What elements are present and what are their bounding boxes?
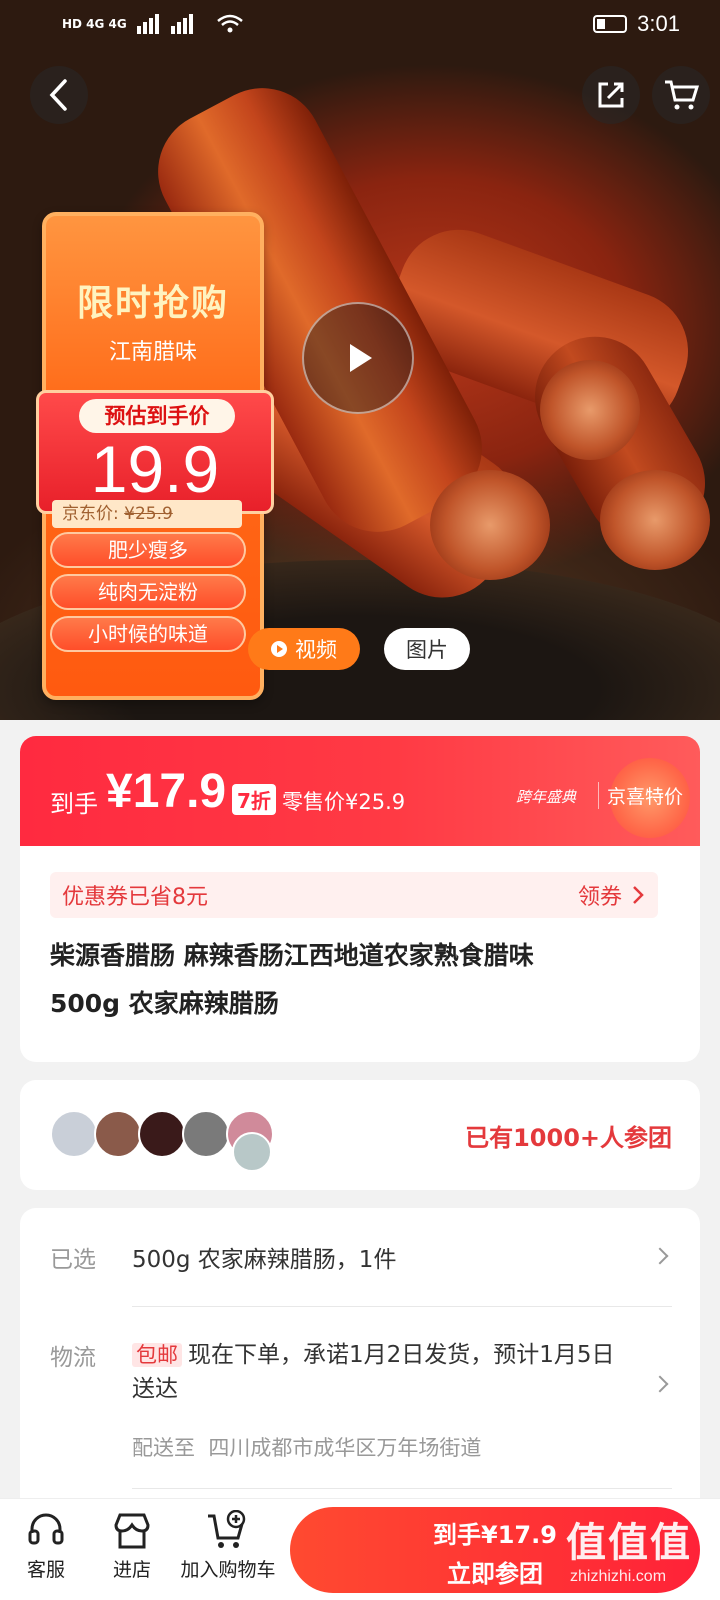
sausage-slice [540, 360, 640, 460]
battery-icon [593, 15, 628, 33]
customer-service-label: 客服 [26, 1559, 65, 1581]
add-to-cart-label: 加入购物车 [180, 1559, 276, 1581]
ship-to: 配送至 四川成都市成华区万年场街道 [132, 1432, 481, 1462]
divider [132, 1488, 672, 1489]
options-card: 已选 500g 农家麻辣腊肠，1件 物流 包邮 现在下单，承诺1月2日发货，预计1… [20, 1208, 700, 1508]
estimated-price-panel: 预估到手价 19.9 [36, 390, 274, 514]
sausage-slice [430, 470, 550, 580]
estimated-price-label: 预估到手价 [79, 399, 235, 433]
discount-badge: 7折 [232, 784, 276, 815]
play-small-icon [271, 641, 287, 657]
store-icon [110, 1507, 154, 1555]
video-tab[interactable]: 视频 [248, 628, 360, 670]
ship-to-address: 四川成都市成华区万年场街道 [208, 1436, 482, 1460]
retail-price: 零售价¥25.9 [282, 790, 406, 814]
watermark-url: zhizhizhi.com [570, 1568, 667, 1585]
coupon-bar[interactable]: 优惠券已省8元 领券 [50, 872, 658, 918]
jd-price-label: 京东价: [62, 504, 119, 524]
watermark: 值值值 [566, 1520, 692, 1566]
special-price-label: 京喜特价 [598, 782, 683, 809]
chevron-right-icon [651, 1375, 669, 1393]
store-button[interactable]: 进店 [110, 1507, 154, 1582]
headset-icon [24, 1507, 68, 1555]
image-tab[interactable]: 图片 [384, 628, 470, 670]
back-button[interactable] [30, 66, 88, 124]
add-to-cart-button[interactable]: 加入购物车 [178, 1507, 278, 1582]
final-price: ¥17.9 [106, 765, 227, 818]
share-button[interactable] [582, 66, 640, 124]
promo-title: 限时抢购 [76, 283, 229, 324]
estimated-price-value: 19.9 [90, 432, 220, 506]
sausage-slice [600, 470, 710, 570]
avatar [50, 1110, 98, 1158]
selected-value: 500g 农家麻辣腊肠，1件 [132, 1247, 397, 1273]
feature-tag: 肥少瘦多 [50, 532, 246, 568]
wifi-icon [216, 14, 243, 33]
product-title-line: 500g 农家麻辣腊肠 [50, 989, 279, 1018]
product-info-card: 到手 ¥17.9 7折 零售价¥25.9 跨年盛典 京喜特价 优惠券已省8元 领… [20, 736, 700, 1062]
price-banner: 到手 ¥17.9 7折 零售价¥25.9 跨年盛典 京喜特价 [20, 736, 700, 846]
signal-indicators: HD 4G 4G [62, 14, 243, 34]
product-title-line: 柴源香腊肠 麻辣香肠江西地道农家熟食腊味 [50, 941, 534, 970]
divider [132, 1306, 672, 1307]
feature-tag: 小时候的味道 [50, 616, 246, 652]
back-icon [49, 79, 67, 111]
customer-service-button[interactable]: 客服 [24, 1507, 68, 1582]
jd-price-value: ¥25.9 [124, 504, 173, 524]
add-cart-icon [178, 1507, 278, 1555]
coupon-text: 优惠券已省8元 [62, 885, 208, 910]
video-tab-label: 视频 [295, 638, 337, 662]
promo-subtitle: 江南腊味 [108, 340, 197, 365]
product-title: 柴源香腊肠 麻辣香肠江西地道农家熟食腊味 500g 农家麻辣腊肠 [50, 932, 670, 1028]
chevron-right-icon [633, 886, 644, 904]
group-buy-card[interactable]: 已有1000+人参团 [20, 1080, 700, 1190]
free-shipping-badge: 包邮 [132, 1343, 182, 1367]
status-bar: HD 4G 4G 3:01 [0, 0, 720, 48]
status-right: 3:01 [593, 11, 680, 37]
final-price-prefix: 到手 [50, 790, 98, 818]
image-tab-label: 图片 [406, 638, 448, 662]
avatar [182, 1110, 230, 1158]
signal-icon [136, 14, 193, 34]
cart-button[interactable] [652, 66, 710, 124]
clock: 3:01 [637, 11, 680, 36]
avatar [138, 1110, 186, 1158]
logistics-text: 包邮 现在下单，承诺1月2日发货，预计1月5日送达 [132, 1338, 632, 1406]
logistics-detail: 现在下单，承诺1月2日发货，预计1月5日送达 [132, 1342, 615, 1402]
feature-tag: 纯肉无淀粉 [50, 574, 246, 610]
event-label: 跨年盛典 [516, 788, 577, 806]
logistics-label: 物流 [50, 1345, 96, 1371]
jd-price: 京东价: ¥25.9 [52, 500, 242, 528]
selected-label: 已选 [50, 1247, 96, 1273]
avatar [94, 1110, 142, 1158]
store-label: 进店 [112, 1559, 151, 1581]
get-coupon-button[interactable]: 领券 [578, 879, 644, 911]
play-video-button[interactable] [302, 302, 414, 414]
avatar [232, 1132, 272, 1172]
group-count: 已有1000+人参团 [465, 1124, 672, 1152]
play-icon [350, 344, 372, 372]
network-label: HD 4G 4G [62, 17, 127, 31]
get-coupon-label: 领券 [577, 885, 622, 910]
chevron-right-icon [651, 1247, 669, 1265]
ship-to-label: 配送至 [132, 1436, 195, 1460]
share-icon [598, 82, 624, 108]
cart-icon [665, 80, 699, 110]
